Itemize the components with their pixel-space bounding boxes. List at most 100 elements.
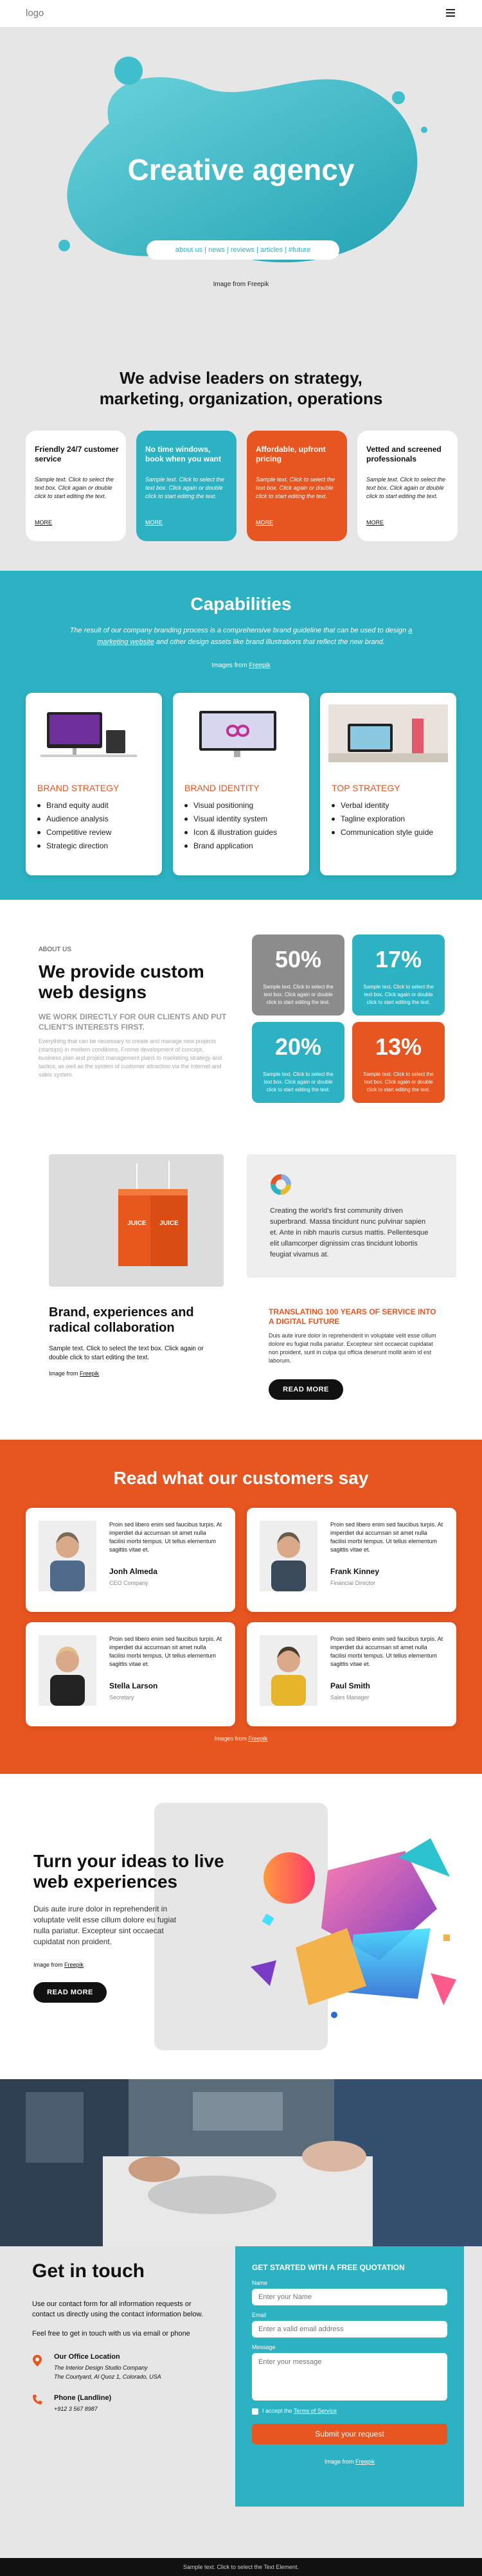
avatar xyxy=(39,1635,96,1706)
stat-value: 20% xyxy=(274,1033,322,1060)
advise-heading: We advise leaders on strategy, marketing… xyxy=(99,368,383,408)
stat-value: 13% xyxy=(375,1033,422,1060)
capability-item: Brand application xyxy=(184,841,300,850)
ideas-credit: Image from Freepik xyxy=(33,1962,84,1968)
terms-checkbox[interactable] xyxy=(252,2408,258,2415)
message-field[interactable] xyxy=(252,2353,447,2401)
capability-card: TOP STRATEGY Verbal identity Tagline expl… xyxy=(320,693,456,875)
more-link[interactable]: MORE xyxy=(35,519,52,526)
more-link[interactable]: MORE xyxy=(256,519,273,526)
hero-nav[interactable]: about us | news | reviews | articles | #… xyxy=(147,240,339,260)
email-label: Email xyxy=(252,2312,267,2318)
feature-card-title: No time windows, book when you want xyxy=(145,445,222,463)
stat-text: Sample text. Click to select the text bo… xyxy=(363,984,434,1005)
testimonial-role: CEO Company xyxy=(109,1580,148,1586)
message-label: Message xyxy=(252,2344,276,2350)
about-eyebrow: ABOUT US xyxy=(39,946,71,953)
capability-item: Brand equity audit xyxy=(37,801,153,810)
more-link[interactable]: MORE xyxy=(145,519,163,526)
stat-tile: 13% Sample text. Click to select the tex… xyxy=(352,1022,445,1103)
ideas-section: Turn your ideas to live web experiences … xyxy=(0,1774,482,2079)
stat-tile: 50% Sample text. Click to select the tex… xyxy=(252,935,344,1015)
read-more-button[interactable]: READ MORE xyxy=(269,1379,343,1400)
form-credit: Image from Freepik xyxy=(324,2458,375,2465)
capability-image xyxy=(328,704,448,762)
capability-card: BRAND IDENTITY Visual positioning Visual … xyxy=(173,693,309,875)
capability-item: Visual identity system xyxy=(184,814,300,823)
freepik-link[interactable]: Freepik xyxy=(248,1735,267,1742)
testimonial-card: Proin sed libero enim sed faucibus turpi… xyxy=(247,1508,456,1612)
phone-value[interactable]: +912 3 567 8987 xyxy=(54,2406,98,2412)
stat-tile: 20% Sample text. Click to select the tex… xyxy=(252,1022,344,1103)
team-photo xyxy=(0,2079,482,2246)
capabilities-credit: Images from Freepik xyxy=(211,662,271,669)
name-label: Name xyxy=(252,2280,268,2286)
stat-value: 17% xyxy=(375,946,422,972)
capability-item: Communication style guide xyxy=(332,828,447,837)
ideas-heading: Turn your ideas to live web experiences xyxy=(33,1851,224,1892)
ideas-text: Duis aute irure dolor in reprehenderit i… xyxy=(33,1904,177,1946)
capabilities-section: Capabilities The result of our company b… xyxy=(0,571,482,900)
hero-image-credit: Image from Freepik xyxy=(213,281,269,288)
feature-card-title: Vetted and screened professionals xyxy=(366,445,442,463)
freepik-link[interactable]: Freepik xyxy=(64,1962,84,1968)
feature-card: Affordable, upfront pricing Sample text.… xyxy=(247,431,347,541)
testimonial-text: Proin sed libero enim sed faucibus turpi… xyxy=(330,1521,443,1553)
site-header: logo xyxy=(0,0,482,27)
logo[interactable]: logo xyxy=(26,8,44,19)
name-field[interactable] xyxy=(252,2289,447,2305)
freepik-link[interactable]: Freepik xyxy=(80,1370,99,1377)
stat-text: Sample text. Click to select the text bo… xyxy=(263,984,334,1005)
testimonials-heading: Read what our customers say xyxy=(113,1468,369,1488)
capability-title: TOP STRATEGY xyxy=(332,783,400,793)
juice-image: JUICE JUICE xyxy=(49,1154,224,1287)
feature-card-text: Sample text. Click to select the text bo… xyxy=(366,476,446,499)
testimonial-text: Proin sed libero enim sed faucibus turpi… xyxy=(109,1521,222,1553)
custom-subheading: WE WORK DIRECTLY FOR OUR CLIENTS AND PUT… xyxy=(39,1012,227,1032)
testimonial-role: Financial Director xyxy=(330,1580,376,1586)
geometric-illustration xyxy=(251,1838,456,2018)
stat-tile: 17% Sample text. Click to select the tex… xyxy=(352,935,445,1015)
quote-form: GET STARTED WITH A FREE QUOTATION Name E… xyxy=(235,2246,464,2507)
feature-card: Vetted and screened professionals Sample… xyxy=(357,431,458,541)
email-field[interactable] xyxy=(252,2321,447,2338)
stat-text: Sample text. Click to select the text bo… xyxy=(263,1071,334,1093)
freepik-link[interactable]: Freepik xyxy=(249,662,271,669)
capability-image xyxy=(40,712,137,757)
phone-title: Phone (Landline) xyxy=(54,2394,112,2402)
brand-subheading: TRANSLATING 100 YEARS OF SERVICE INTO A … xyxy=(269,1307,436,1326)
stat-value: 50% xyxy=(274,946,322,972)
feature-card: No time windows, book when you want Samp… xyxy=(136,431,237,541)
footer: Sample text. Click to select the Text El… xyxy=(0,2558,482,2576)
feature-card: Friendly 24/7 customer service Sample te… xyxy=(26,431,126,541)
office-line-2: The Courtyard, Al Quoz 1, Colorado, USA xyxy=(54,2374,161,2380)
testimonial-name: Jonh Almeda xyxy=(109,1567,157,1576)
form-heading: GET STARTED WITH A FREE QUOTATION xyxy=(252,2263,405,2272)
testimonial-text: Proin sed libero enim sed faucibus turpi… xyxy=(109,1636,222,1667)
capability-item: Tagline exploration xyxy=(332,814,447,823)
submit-button[interactable]: Submit your request xyxy=(252,2424,447,2444)
colorful-ring-icon xyxy=(271,1174,291,1195)
contact-text-1: Use our contact form for all information… xyxy=(32,2300,203,2318)
testimonials-credit: Images from Freepik xyxy=(214,1735,268,1742)
testimonial-text: Proin sed libero enim sed faucibus turpi… xyxy=(330,1636,443,1667)
hero-section: Creative agency about us | news | review… xyxy=(0,27,482,310)
hero-title: Creative agency xyxy=(127,153,355,186)
freepik-link[interactable]: Freepik xyxy=(355,2458,375,2465)
testimonial-card: Proin sed libero enim sed faucibus turpi… xyxy=(26,1622,235,1726)
testimonials-section: Read what our customers say Proin sed li… xyxy=(0,1440,482,1774)
brand-body: Duis aute irure dolor in reprehenderit i… xyxy=(269,1332,436,1364)
feature-card-text: Sample text. Click to select the text bo… xyxy=(145,476,225,499)
testimonial-card: Proin sed libero enim sed faucibus turpi… xyxy=(247,1622,456,1726)
custom-body: Everything that can be necessary to crea… xyxy=(39,1038,222,1078)
office-line-1: The Interior Design Studio Company xyxy=(54,2365,148,2371)
quote-text: Creating the world's first community dri… xyxy=(270,1207,429,1258)
capability-item: Icon & illustration guides xyxy=(184,828,300,837)
terms-link[interactable]: Terms of Service xyxy=(294,2408,337,2414)
capability-item: Strategic direction xyxy=(37,841,153,850)
brand-credit: Image from Freepik xyxy=(49,1370,100,1377)
testimonial-name: Frank Kinney xyxy=(330,1567,380,1576)
read-more-button[interactable]: READ MORE xyxy=(33,1982,107,2003)
hamburger-icon[interactable] xyxy=(446,9,455,17)
more-link[interactable]: MORE xyxy=(366,519,384,526)
